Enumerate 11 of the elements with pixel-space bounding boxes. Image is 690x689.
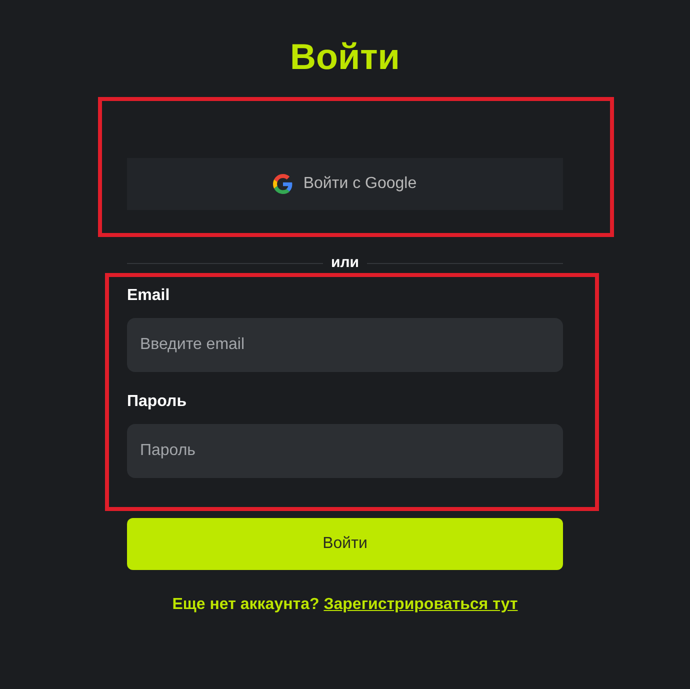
divider-label: или [331, 254, 359, 272]
field-label: Пароль [127, 392, 188, 412]
page-title: Войти [290, 35, 400, 79]
google-icon [273, 174, 294, 194]
sign-in-button[interactable]: Войти [127, 518, 563, 570]
password-field[interactable]: Пароль [127, 424, 563, 478]
register-link[interactable]: Зарегистрироваться тут [324, 596, 518, 613]
footer-text: Еще нет аккаунта? [172, 596, 320, 613]
field-label: Email [127, 286, 171, 306]
email-field[interactable]: Введите email [127, 318, 563, 372]
google-sign-in-button[interactable]: Войти с Google [127, 158, 563, 210]
